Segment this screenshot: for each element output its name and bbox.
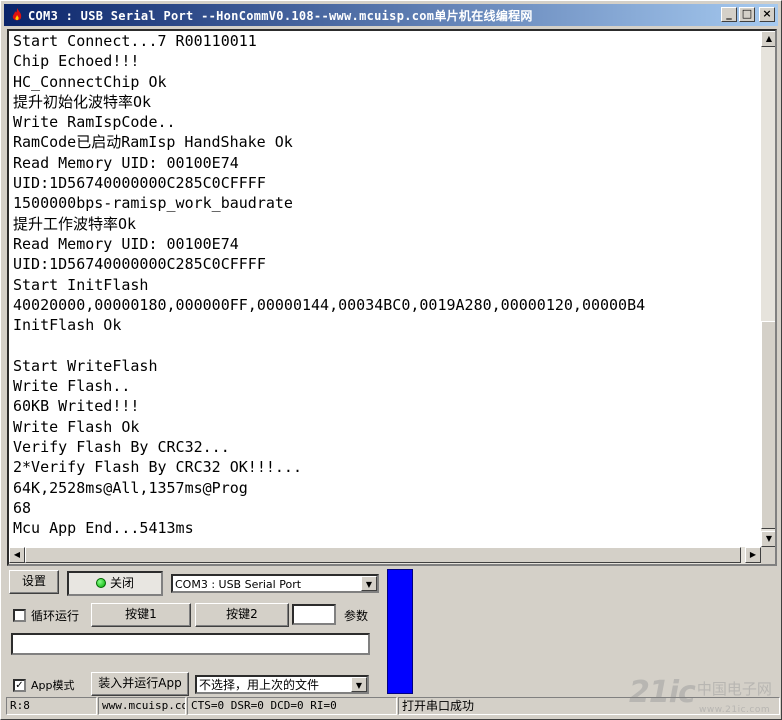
console-line: 提升工作波特率Ok — [13, 214, 137, 233]
console-line: Read Memory UID: 00100E74 — [13, 234, 239, 253]
arrow-down-icon[interactable]: ▼ — [761, 531, 775, 547]
port-select-value: COM3 : USB Serial Port — [175, 578, 302, 591]
status-bar: R:8 www.mcuisp.com CTS=0 DSR=0 DCD=0 RI=… — [4, 697, 780, 717]
close-window-button[interactable]: × — [759, 7, 775, 22]
console-line: RamCode已启动RamIsp HandShake Ok — [13, 133, 293, 152]
status-message: 打开串口成功 — [398, 697, 780, 715]
console-line: Start WriteFlash — [13, 356, 158, 375]
chevron-down-icon[interactable]: ▼ — [351, 677, 367, 692]
window-title: COM3 : USB Serial Port --HonCommV0.108--… — [28, 9, 533, 23]
console-line: Read Memory UID: 00100E74 — [13, 153, 239, 172]
app-window: COM3 : USB Serial Port --HonCommV0.108--… — [0, 0, 782, 720]
loop-run-checkbox[interactable] — [13, 609, 26, 622]
horizontal-scroll-thumb[interactable] — [25, 547, 741, 563]
status-led-icon — [95, 577, 106, 588]
param-label: 参数 — [344, 609, 369, 623]
console-line: UID:1D56740000000C285C0CFFFF — [13, 255, 266, 274]
status-signals: CTS=0 DSR=0 DCD=0 RI=0 — [187, 697, 397, 715]
console-line: Write Flash Ok — [13, 417, 140, 436]
console-line: Chip Echoed!!! — [13, 52, 140, 71]
console-text: Start Connect...7 R00110011 Chip Echoed!!… — [13, 31, 645, 538]
chevron-down-icon[interactable]: ▼ — [361, 576, 377, 591]
load-run-app-button[interactable]: 装入并运行App — [91, 672, 189, 696]
scroll-corner — [761, 547, 775, 564]
status-url[interactable]: www.mcuisp.com — [98, 697, 186, 715]
send-input[interactable] — [11, 633, 370, 655]
title-bar[interactable]: COM3 : USB Serial Port --HonCommV0.108--… — [4, 4, 778, 26]
status-r-count: R:8 — [6, 697, 97, 715]
port-select[interactable]: COM3 : USB Serial Port ▼ — [171, 574, 379, 593]
maximize-button[interactable]: □ — [739, 7, 755, 22]
arrow-up-icon[interactable]: ▲ — [761, 31, 775, 47]
vertical-scrollbar[interactable]: ▲ ▼ — [761, 31, 775, 547]
settings-button[interactable]: 设置 — [9, 570, 59, 594]
console-line: Mcu App End...5413ms — [13, 519, 194, 538]
console-line: 提升初始化波特率Ok — [13, 92, 152, 111]
console-line: Write Flash.. — [13, 377, 131, 396]
console-line: 2*Verify Flash By CRC32 OK!!!... — [13, 458, 302, 477]
console-output[interactable]: Start Connect...7 R00110011 Chip Echoed!!… — [7, 29, 777, 566]
app-mode-label: App模式 — [31, 679, 75, 692]
checkmark-icon: ✓ — [15, 680, 24, 691]
arrow-right-icon[interactable]: ▶ — [745, 547, 761, 563]
vertical-scroll-thumb[interactable] — [761, 321, 775, 529]
console-line: 40020000,00000180,000000FF,00000144,0003… — [13, 295, 646, 314]
horizontal-scrollbar[interactable]: ◀ ▶ — [9, 547, 761, 564]
close-port-label: 关闭 — [109, 576, 134, 590]
console-line: InitFlash Ok — [13, 316, 122, 335]
console-line: Start InitFlash — [13, 275, 149, 294]
watermark-cn: 中国电子网 — [696, 680, 772, 698]
console-line: HC_ConnectChip Ok — [13, 72, 167, 91]
console-line: 68 — [13, 498, 32, 517]
key2-button[interactable]: 按键2 — [195, 603, 289, 627]
app-mode-checkbox[interactable]: ✓ — [13, 679, 26, 692]
red-flame-icon — [12, 8, 22, 21]
key1-button[interactable]: 按键1 — [91, 603, 191, 627]
file-select[interactable]: 不选择，用上次的文件 ▼ — [195, 675, 369, 694]
file-select-value: 不选择，用上次的文件 — [199, 678, 320, 692]
arrow-left-icon[interactable]: ◀ — [9, 547, 25, 563]
loop-run-label: 循环运行 — [31, 609, 80, 623]
console-line: 1500000bps-ramisp_work_baudrate — [13, 194, 293, 213]
close-port-button[interactable]: 关闭 — [67, 571, 163, 596]
minimize-button[interactable]: _ — [721, 7, 737, 22]
console-line: Start Connect...7 R00110011 — [13, 32, 257, 50]
console-line: Verify Flash By CRC32... — [13, 437, 230, 456]
console-line: Write RamIspCode.. — [13, 113, 176, 132]
param-input[interactable] — [292, 604, 336, 625]
console-line: UID:1D56740000000C285C0CFFFF — [13, 174, 266, 193]
console-line: 60KB Writed!!! — [13, 397, 140, 416]
console-line: 64K,2528ms@All,1357ms@Prog — [13, 478, 248, 497]
activity-indicator-bar — [387, 569, 413, 694]
